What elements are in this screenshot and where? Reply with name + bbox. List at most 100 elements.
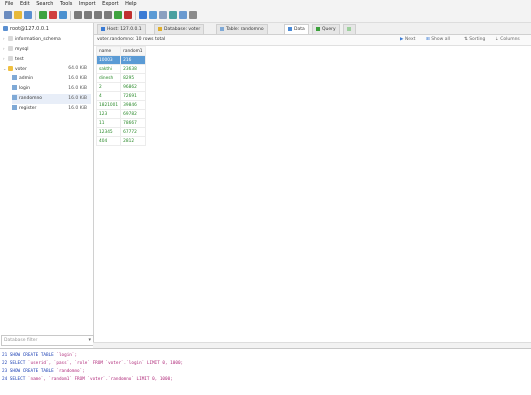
cell-name[interactable]: 2 <box>95 82 122 92</box>
cell-random1[interactable]: 2812 <box>120 136 146 146</box>
table-size: 16.0 KiB <box>68 86 87 91</box>
cell-random1[interactable]: 78667 <box>120 118 146 128</box>
database-icon <box>8 46 13 51</box>
tab-host[interactable]: Host: 127.0.0.1 <box>97 24 146 34</box>
table-row[interactable]: 12345 67772 <box>95 127 146 137</box>
new-query-icon[interactable] <box>4 11 12 19</box>
cell-name[interactable]: 12345 <box>95 127 122 137</box>
cell-random1[interactable]: 96862 <box>120 82 146 92</box>
cell-random1[interactable]: 72691 <box>120 91 146 101</box>
query-log-console[interactable]: 21 SHOW CREATE TABLE `login`; 22 SELECT … <box>0 348 531 395</box>
tab-query[interactable]: Query <box>312 24 340 34</box>
db-size: 64.0 KiB <box>68 66 87 71</box>
menu-import[interactable]: Import <box>79 0 96 9</box>
filter-icon[interactable] <box>159 11 167 19</box>
cell-name[interactable]: 11 <box>95 118 122 128</box>
tab-database[interactable]: Database: voter <box>154 24 205 34</box>
tab-data[interactable]: Data <box>284 24 309 34</box>
db-mysql[interactable]: › mysql <box>3 44 91 54</box>
cell-random1[interactable]: 23638 <box>120 64 146 74</box>
table-row[interactable]: 10003 216 <box>95 55 146 65</box>
query-icon <box>316 26 320 31</box>
cell-random1[interactable]: 8295 <box>120 73 146 83</box>
menu-search[interactable]: Search <box>36 0 53 9</box>
table-icon <box>12 95 17 100</box>
open-icon[interactable] <box>14 11 22 19</box>
log-line: 23 SHOW CREATE TABLE `randomno`; <box>2 369 85 374</box>
cell-random1[interactable]: 216 <box>120 55 146 65</box>
cell-name[interactable]: sakthi <box>95 64 122 74</box>
add-row-icon[interactable] <box>114 11 122 19</box>
table-row[interactable]: 11 78667 <box>95 118 146 128</box>
table-row[interactable]: 123 69782 <box>95 109 146 119</box>
table-row[interactable]: dinesh 8295 <box>95 73 146 83</box>
cell-name[interactable]: 123 <box>95 109 122 119</box>
data-grid[interactable]: name random1 10003 216 sakthi 23638 dinesh… <box>95 46 146 146</box>
prev-icon[interactable] <box>84 11 92 19</box>
menu-tools[interactable]: Tools <box>60 0 72 9</box>
table-row[interactable]: 404 2812 <box>95 136 146 146</box>
connection-node[interactable]: root@127.0.0.1 <box>3 24 49 34</box>
next-button[interactable]: ▶ Next <box>400 35 415 45</box>
cell-name[interactable]: dinesh <box>95 73 122 83</box>
add-tab-icon <box>347 26 351 31</box>
last-icon[interactable] <box>104 11 112 19</box>
toolbar <box>0 9 531 23</box>
cell-name[interactable]: 4 <box>95 91 122 101</box>
menu-export[interactable]: Export <box>102 0 118 9</box>
cell-random1[interactable]: 39846 <box>120 100 146 110</box>
table-register[interactable]: register 16.0 KiB <box>12 104 91 114</box>
grid-header-row: name random1 <box>95 46 146 56</box>
execute-icon[interactable] <box>39 11 47 19</box>
rollback-icon[interactable] <box>149 11 157 19</box>
database-icon <box>8 36 13 41</box>
menu-file[interactable]: File <box>5 0 13 9</box>
tab-table[interactable]: Table: randomno <box>216 24 268 34</box>
cell-random1[interactable]: 69782 <box>120 109 146 119</box>
stop-icon[interactable] <box>49 11 57 19</box>
cell-name[interactable]: 10003 <box>95 55 122 65</box>
table-admin[interactable]: admin 16.0 KiB <box>12 74 91 84</box>
table-size: 16.0 KiB <box>68 106 87 111</box>
columns-button[interactable]: ⇣ Columns <box>495 35 520 45</box>
cell-name[interactable]: 1821001 <box>95 100 122 110</box>
first-icon[interactable] <box>74 11 82 19</box>
cell-name[interactable]: 404 <box>95 136 122 146</box>
next-icon[interactable] <box>94 11 102 19</box>
data-info-bar: voter.randomno: 10 rows total ▶ Next ⊞ S… <box>94 35 531 46</box>
refresh-icon[interactable] <box>59 11 67 19</box>
save-icon[interactable] <box>24 11 32 19</box>
menu-edit[interactable]: Edit <box>20 0 30 9</box>
db-voter[interactable]: ⌄ voter 64.0 KiB <box>3 64 91 74</box>
menu-help[interactable]: Help <box>125 0 136 9</box>
sorting-button[interactable]: ⇅ Sorting <box>464 35 485 45</box>
table-icon <box>12 85 17 90</box>
table-row[interactable]: 1821001 39846 <box>95 100 146 110</box>
table-row[interactable]: sakthi 23638 <box>95 64 146 74</box>
table-row[interactable]: 2 96862 <box>95 82 146 92</box>
data-grid-icon <box>288 26 292 31</box>
delete-row-icon[interactable] <box>124 11 132 19</box>
column-header-name[interactable]: name <box>95 46 122 56</box>
commit-icon[interactable] <box>139 11 147 19</box>
tab-new-query[interactable] <box>343 24 356 34</box>
help-icon[interactable] <box>189 11 197 19</box>
dropdown-arrow-icon[interactable]: ▾ <box>86 336 91 345</box>
server-icon <box>3 26 8 31</box>
db-test[interactable]: › test <box>3 54 91 64</box>
settings-icon[interactable] <box>179 11 187 19</box>
show-all-button[interactable]: ⊞ Show all <box>426 35 450 45</box>
export-icon[interactable] <box>169 11 177 19</box>
cell-random1[interactable]: 67772 <box>120 127 146 137</box>
table-login[interactable]: login 16.0 KiB <box>12 84 91 94</box>
table-randomno[interactable]: randomno 16.0 KiB <box>12 94 91 104</box>
log-line: 22 SELECT `userid`, `pass`, `role` FROM … <box>2 361 184 366</box>
database-open-icon <box>8 66 13 71</box>
log-line: 24 SELECT `name`, `random1` FROM `voter`… <box>2 377 173 382</box>
database-filter-input[interactable]: Database filter ▾ <box>1 335 94 346</box>
column-header-random1[interactable]: random1 <box>120 46 146 56</box>
db-information-schema[interactable]: › information_schema <box>3 34 91 44</box>
rows-summary: voter.randomno: 10 rows total <box>97 37 166 42</box>
table-size: 16.0 KiB <box>68 96 87 101</box>
table-row[interactable]: 4 72691 <box>95 91 146 101</box>
